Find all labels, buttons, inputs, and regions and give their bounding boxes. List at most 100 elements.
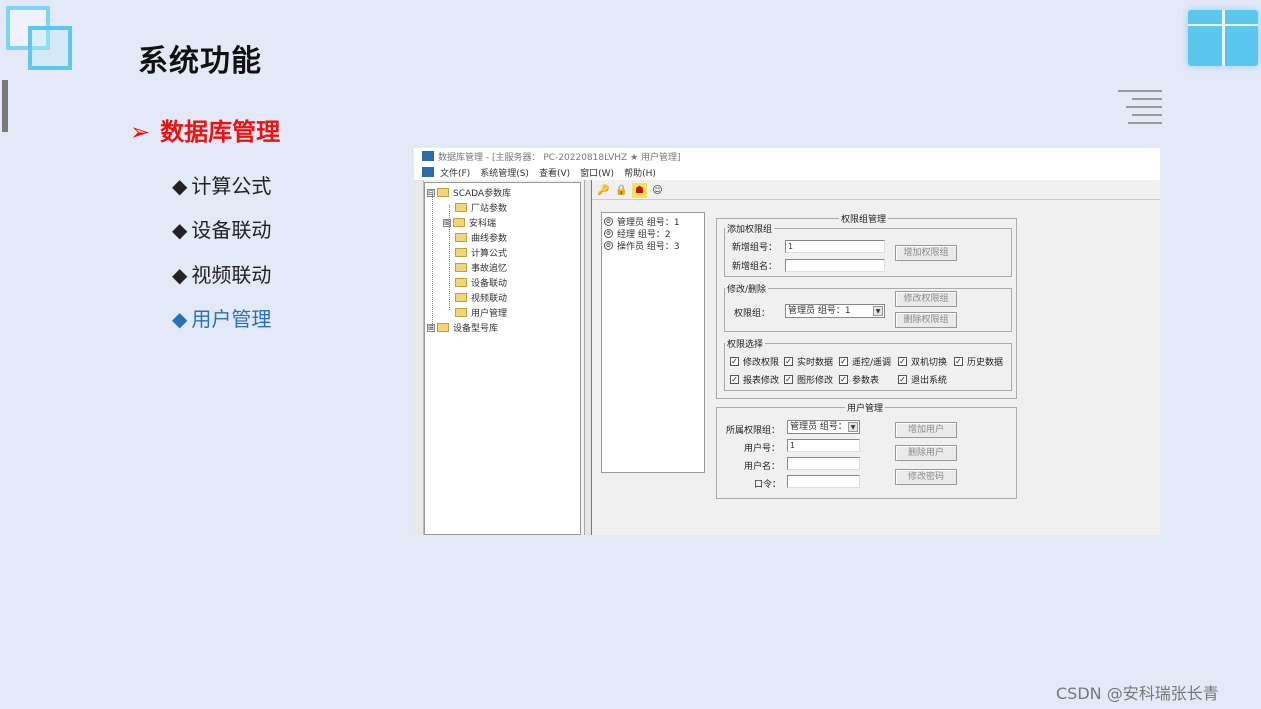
- add-group-legend: 添加权限组: [727, 225, 773, 235]
- tree-label: 用户管理: [471, 309, 508, 319]
- checkbox-label: 报表修改: [743, 376, 780, 386]
- toolbar: 🔑 🔒 ☗ ☺: [592, 182, 1160, 200]
- group-icon: ⚙: [604, 229, 613, 238]
- checkbox-icon[interactable]: ✓: [839, 357, 848, 366]
- change-password-button[interactable]: 修改密码: [895, 469, 957, 485]
- user-mgmt-title: 用户管理: [847, 404, 884, 414]
- perm-failover-checkbox[interactable]: ✓ 双机切换: [898, 355, 947, 368]
- perm-exit-checkbox[interactable]: ✓ 退出系统: [898, 373, 947, 386]
- perm-history-checkbox[interactable]: ✓ 历史数据: [954, 355, 1003, 368]
- checkbox-icon[interactable]: ✓: [898, 375, 907, 384]
- smiley-icon[interactable]: ☺: [650, 183, 665, 198]
- menu-window[interactable]: 窗口(W): [580, 166, 614, 179]
- window-title: 数据库管理 - [主服务器： PC-20220818LVHZ ★ 用户管理]: [438, 152, 681, 163]
- group-icon: ⚙: [604, 241, 613, 250]
- bullet-item-active: ◆ 用户管理: [172, 303, 271, 332]
- checkbox-icon[interactable]: ✓: [730, 375, 739, 384]
- menu-help[interactable]: 帮助(H): [624, 166, 656, 179]
- person-icon[interactable]: ☗: [632, 183, 647, 198]
- expand-icon[interactable]: ⊞: [427, 323, 435, 332]
- tree-item-scada[interactable]: ⊟ SCADA参数库: [427, 186, 511, 199]
- folder-icon: [455, 233, 467, 242]
- menu-bar: 文件(F) 系统管理(S) 查看(V) 窗口(W) 帮助(H): [414, 164, 1160, 180]
- delete-user-button[interactable]: 删除用户: [895, 445, 957, 461]
- expand-icon[interactable]: ⊞: [443, 218, 451, 227]
- diamond-bullet-icon: ◆: [172, 218, 188, 242]
- tree-item-video-link[interactable]: 视频联动: [455, 291, 507, 304]
- tree-item-accident[interactable]: 事故追忆: [455, 261, 507, 274]
- bullet-label: 视频联动: [191, 263, 272, 287]
- checkbox-icon[interactable]: ✓: [730, 357, 739, 366]
- checkbox-label: 图形修改: [797, 376, 834, 386]
- menu-system[interactable]: 系统管理(S): [480, 166, 529, 179]
- folder-open-icon: [455, 308, 467, 317]
- folder-icon: [437, 323, 449, 332]
- folder-icon: [455, 293, 467, 302]
- bullet-item: ◆ 视频联动: [172, 259, 271, 288]
- window-titlebar: 数据库管理 - [主服务器： PC-20220818LVHZ ★ 用户管理]: [414, 148, 1160, 164]
- menu-file[interactable]: 文件(F): [440, 166, 470, 179]
- tree-label: 厂站参数: [471, 204, 508, 214]
- menu-view[interactable]: 查看(V): [539, 166, 570, 179]
- user-group-value: 管理员 组号：: [790, 422, 847, 432]
- user-id-label: 用户号：: [744, 444, 781, 454]
- diamond-bullet-icon: ◆: [172, 174, 188, 198]
- tree-item-acrel[interactable]: ⊞ 安科瑞: [443, 216, 496, 229]
- group-select[interactable]: 管理员 组号：1 ▼: [785, 304, 885, 318]
- tree-item-station[interactable]: 厂站参数: [455, 201, 507, 214]
- tree-label: 曲线参数: [471, 234, 508, 244]
- perm-graphic-checkbox[interactable]: ✓ 图形修改: [784, 373, 833, 386]
- tree-item-curve[interactable]: 曲线参数: [455, 231, 507, 244]
- add-group-button[interactable]: 增加权限组: [895, 245, 957, 261]
- menu-lines-icon: [1118, 90, 1162, 124]
- checkbox-icon[interactable]: ✓: [954, 357, 963, 366]
- perm-report-checkbox[interactable]: ✓ 报表修改: [730, 373, 779, 386]
- modify-group-button[interactable]: 修改权限组: [895, 291, 957, 307]
- password-input[interactable]: [787, 475, 860, 488]
- user-id-input[interactable]: 1: [787, 439, 860, 452]
- tree-label: SCADA参数库: [453, 189, 512, 199]
- left-accent-bar: [2, 80, 8, 132]
- pane-splitter[interactable]: [584, 180, 592, 535]
- chevron-down-icon[interactable]: ▼: [873, 306, 883, 316]
- group-list[interactable]: ⚙ 管理员 组号：1 ⚙ 经理 组号：2 ⚙ 操作员 组号：3: [601, 212, 705, 473]
- checkbox-label: 实时数据: [797, 358, 834, 368]
- checkbox-icon[interactable]: ✓: [784, 375, 793, 384]
- list-item[interactable]: ⚙ 操作员 组号：3: [604, 239, 680, 252]
- user-group-select[interactable]: 管理员 组号： ▼: [787, 420, 860, 434]
- key-icon[interactable]: 🔑: [596, 183, 611, 198]
- tree-item-device-link[interactable]: 设备联动: [455, 276, 507, 289]
- user-name-input[interactable]: [787, 457, 860, 470]
- perm-modify-checkbox[interactable]: ✓ 修改权限: [730, 355, 779, 368]
- tree-label: 设备联动: [471, 279, 508, 289]
- slide-title: 系统功能: [138, 44, 262, 79]
- collapse-icon[interactable]: ⊟: [427, 188, 435, 197]
- checkbox-icon[interactable]: ✓: [898, 357, 907, 366]
- modify-group-legend: 修改/删除: [727, 285, 767, 295]
- folder-icon: [455, 248, 467, 257]
- perm-params-checkbox[interactable]: ✓ 参数表: [839, 373, 879, 386]
- perm-realtime-checkbox[interactable]: ✓ 实时数据: [784, 355, 833, 368]
- chevron-down-icon[interactable]: ▼: [848, 422, 858, 432]
- group-label: 权限组：: [734, 309, 771, 319]
- perm-remote-checkbox[interactable]: ✓ 遥控/遥调: [839, 355, 891, 368]
- bullet-label: 用户管理: [191, 307, 272, 331]
- left-dock-strip: [414, 180, 424, 535]
- new-id-input[interactable]: 1: [785, 240, 885, 253]
- checkbox-icon[interactable]: ✓: [784, 357, 793, 366]
- checkbox-icon[interactable]: ✓: [839, 375, 848, 384]
- delete-group-button[interactable]: 删除权限组: [895, 312, 957, 328]
- lock-icon[interactable]: 🔒: [614, 183, 629, 198]
- tree-item-user-mgmt[interactable]: 用户管理: [455, 306, 507, 319]
- add-user-button[interactable]: 增加用户: [895, 422, 957, 438]
- navigation-tree: ⊟ SCADA参数库 厂站参数 ⊞ 安科瑞 曲线参数 计算公式 事故追忆 设备联动 …: [424, 182, 581, 535]
- checkbox-label: 遥控/遥调: [852, 358, 892, 368]
- new-name-input[interactable]: [785, 259, 885, 272]
- list-item-label: 操作员 组号：3: [617, 242, 680, 252]
- checkbox-label: 参数表: [852, 376, 880, 386]
- tree-item-device-models[interactable]: ⊞ 设备型号库: [427, 321, 498, 334]
- tree-item-formula[interactable]: 计算公式: [455, 246, 507, 259]
- password-label: 口令：: [754, 480, 782, 490]
- folder-icon: [455, 263, 467, 272]
- bullet-label: 设备联动: [191, 218, 272, 242]
